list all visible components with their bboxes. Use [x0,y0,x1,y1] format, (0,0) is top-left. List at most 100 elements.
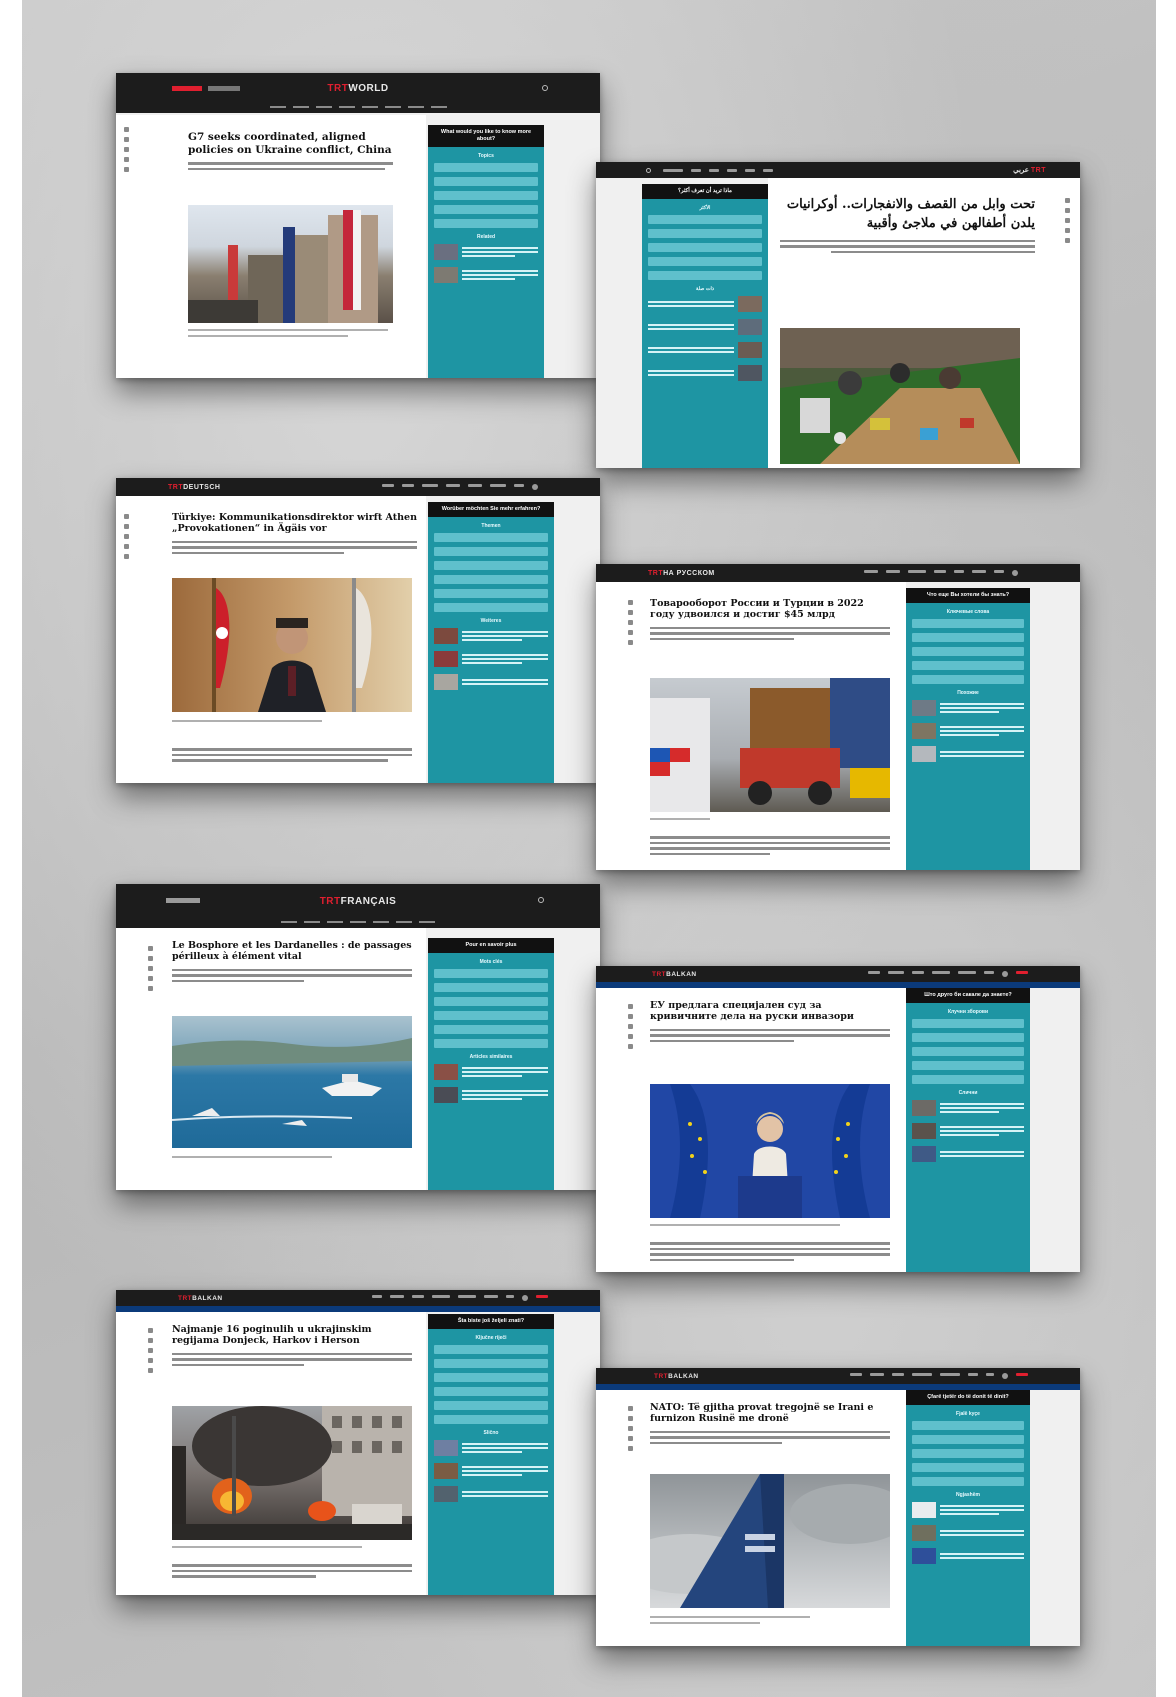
related-article[interactable] [434,1063,548,1080]
topic-tag[interactable] [912,1018,1024,1028]
related-article[interactable] [648,341,762,358]
topic-tag[interactable] [912,1420,1024,1430]
topic-tag[interactable] [912,1462,1024,1472]
topic-tag[interactable] [912,632,1024,642]
main-menu[interactable] [382,484,538,490]
topic-tag[interactable] [434,1038,548,1048]
main-menu[interactable] [663,168,773,172]
main-menu[interactable] [850,1373,1028,1379]
topic-tag[interactable] [434,982,548,992]
site-logo[interactable]: TRTBALKAN [652,971,697,978]
related-article[interactable] [912,1547,1024,1564]
site-logo[interactable]: TRTBALKAN [654,1373,699,1380]
topic-tag[interactable] [434,1386,548,1396]
topic-tag[interactable] [912,1074,1024,1084]
live-badge[interactable] [172,86,202,91]
related-article[interactable] [912,722,1024,739]
related-article[interactable] [434,243,538,260]
topic-tag[interactable] [434,996,548,1006]
related-article[interactable] [912,745,1024,762]
related-article[interactable] [434,627,548,644]
related-article[interactable] [912,1501,1024,1518]
related-article[interactable] [912,699,1024,716]
topic-tag[interactable] [912,660,1024,670]
topic-tag[interactable] [912,1448,1024,1458]
topic-tag[interactable] [912,1060,1024,1070]
topic-tag[interactable] [434,560,548,570]
topic-tag[interactable] [648,228,762,238]
search-icon[interactable] [538,897,544,903]
site-logo[interactable]: عربي TRT [1013,166,1046,174]
related-article[interactable] [434,1439,548,1456]
topic-tag[interactable] [434,1024,548,1034]
topic-tag[interactable] [434,588,548,598]
share-icons[interactable] [628,600,633,648]
topic-tag[interactable] [912,646,1024,656]
topic-tag[interactable] [434,1414,548,1424]
share-icons[interactable] [148,946,153,994]
topic-tag[interactable] [912,674,1024,684]
related-article[interactable] [912,1145,1024,1162]
social-icons[interactable] [166,898,200,903]
topic-tag[interactable] [434,1358,548,1368]
topic-tag[interactable] [434,602,548,612]
topic-tag[interactable] [434,968,548,978]
topic-tag[interactable] [648,242,762,252]
related-article[interactable] [434,266,538,283]
section-menu[interactable] [116,101,600,113]
topic-tag[interactable] [912,618,1024,628]
top-navigation-bar: TRTBALKAN [596,1368,1080,1384]
site-logo[interactable]: TRTWORLD [327,83,388,94]
topic-tag[interactable] [434,190,538,200]
site-logo[interactable]: TRTDEUTSCH [168,484,220,491]
share-icons[interactable] [1065,198,1070,246]
site-logo[interactable]: TRTFRANÇAIS [320,896,397,907]
topic-tag[interactable] [434,1344,548,1354]
related-article[interactable] [434,1086,548,1103]
share-icons[interactable] [124,127,129,175]
topic-tag[interactable] [434,546,548,556]
topic-tag[interactable] [434,176,538,186]
search-icon[interactable] [542,85,548,91]
topic-tag[interactable] [434,162,538,172]
share-icons[interactable] [628,1004,633,1052]
topic-tag[interactable] [912,1032,1024,1042]
topic-tag[interactable] [434,532,548,542]
share-icons[interactable] [148,1328,153,1376]
article-title: Najmanje 16 poginulih u ukrajinskim regi… [172,1324,372,1347]
share-icons[interactable] [124,514,129,562]
related-article[interactable] [434,1485,548,1502]
related-article[interactable] [648,318,762,335]
related-article[interactable] [912,1122,1024,1139]
related-article[interactable] [648,295,762,312]
main-menu[interactable] [868,971,1028,977]
topic-tag[interactable] [434,204,538,214]
topic-tag[interactable] [434,1400,548,1410]
topic-tag[interactable] [434,218,538,228]
related-article[interactable] [434,673,548,690]
main-menu[interactable] [372,1295,548,1301]
site-logo[interactable]: TRTНА РУССКОМ [648,570,715,577]
topic-tag[interactable] [912,1434,1024,1444]
related-article[interactable] [434,1462,548,1479]
topic-tag[interactable] [434,1372,548,1382]
search-icon[interactable] [646,167,651,173]
topic-tag[interactable] [912,1476,1024,1486]
related-article[interactable] [648,364,762,381]
topic-tag[interactable] [912,1046,1024,1056]
share-icons[interactable] [628,1406,633,1454]
topic-tag[interactable] [648,270,762,280]
related-article[interactable] [912,1099,1024,1116]
photo-caption [172,1156,332,1158]
related-article[interactable] [912,1524,1024,1541]
section-menu[interactable] [116,916,600,928]
sidebar-related-label: Articles similaires [469,1053,513,1060]
social-icons[interactable] [208,86,240,91]
topic-tag[interactable] [648,214,762,224]
main-menu[interactable] [864,570,1018,576]
topic-tag[interactable] [434,1010,548,1020]
related-article[interactable] [434,650,548,667]
site-logo[interactable]: TRTBALKAN [178,1295,223,1302]
topic-tag[interactable] [648,256,762,266]
topic-tag[interactable] [434,574,548,584]
